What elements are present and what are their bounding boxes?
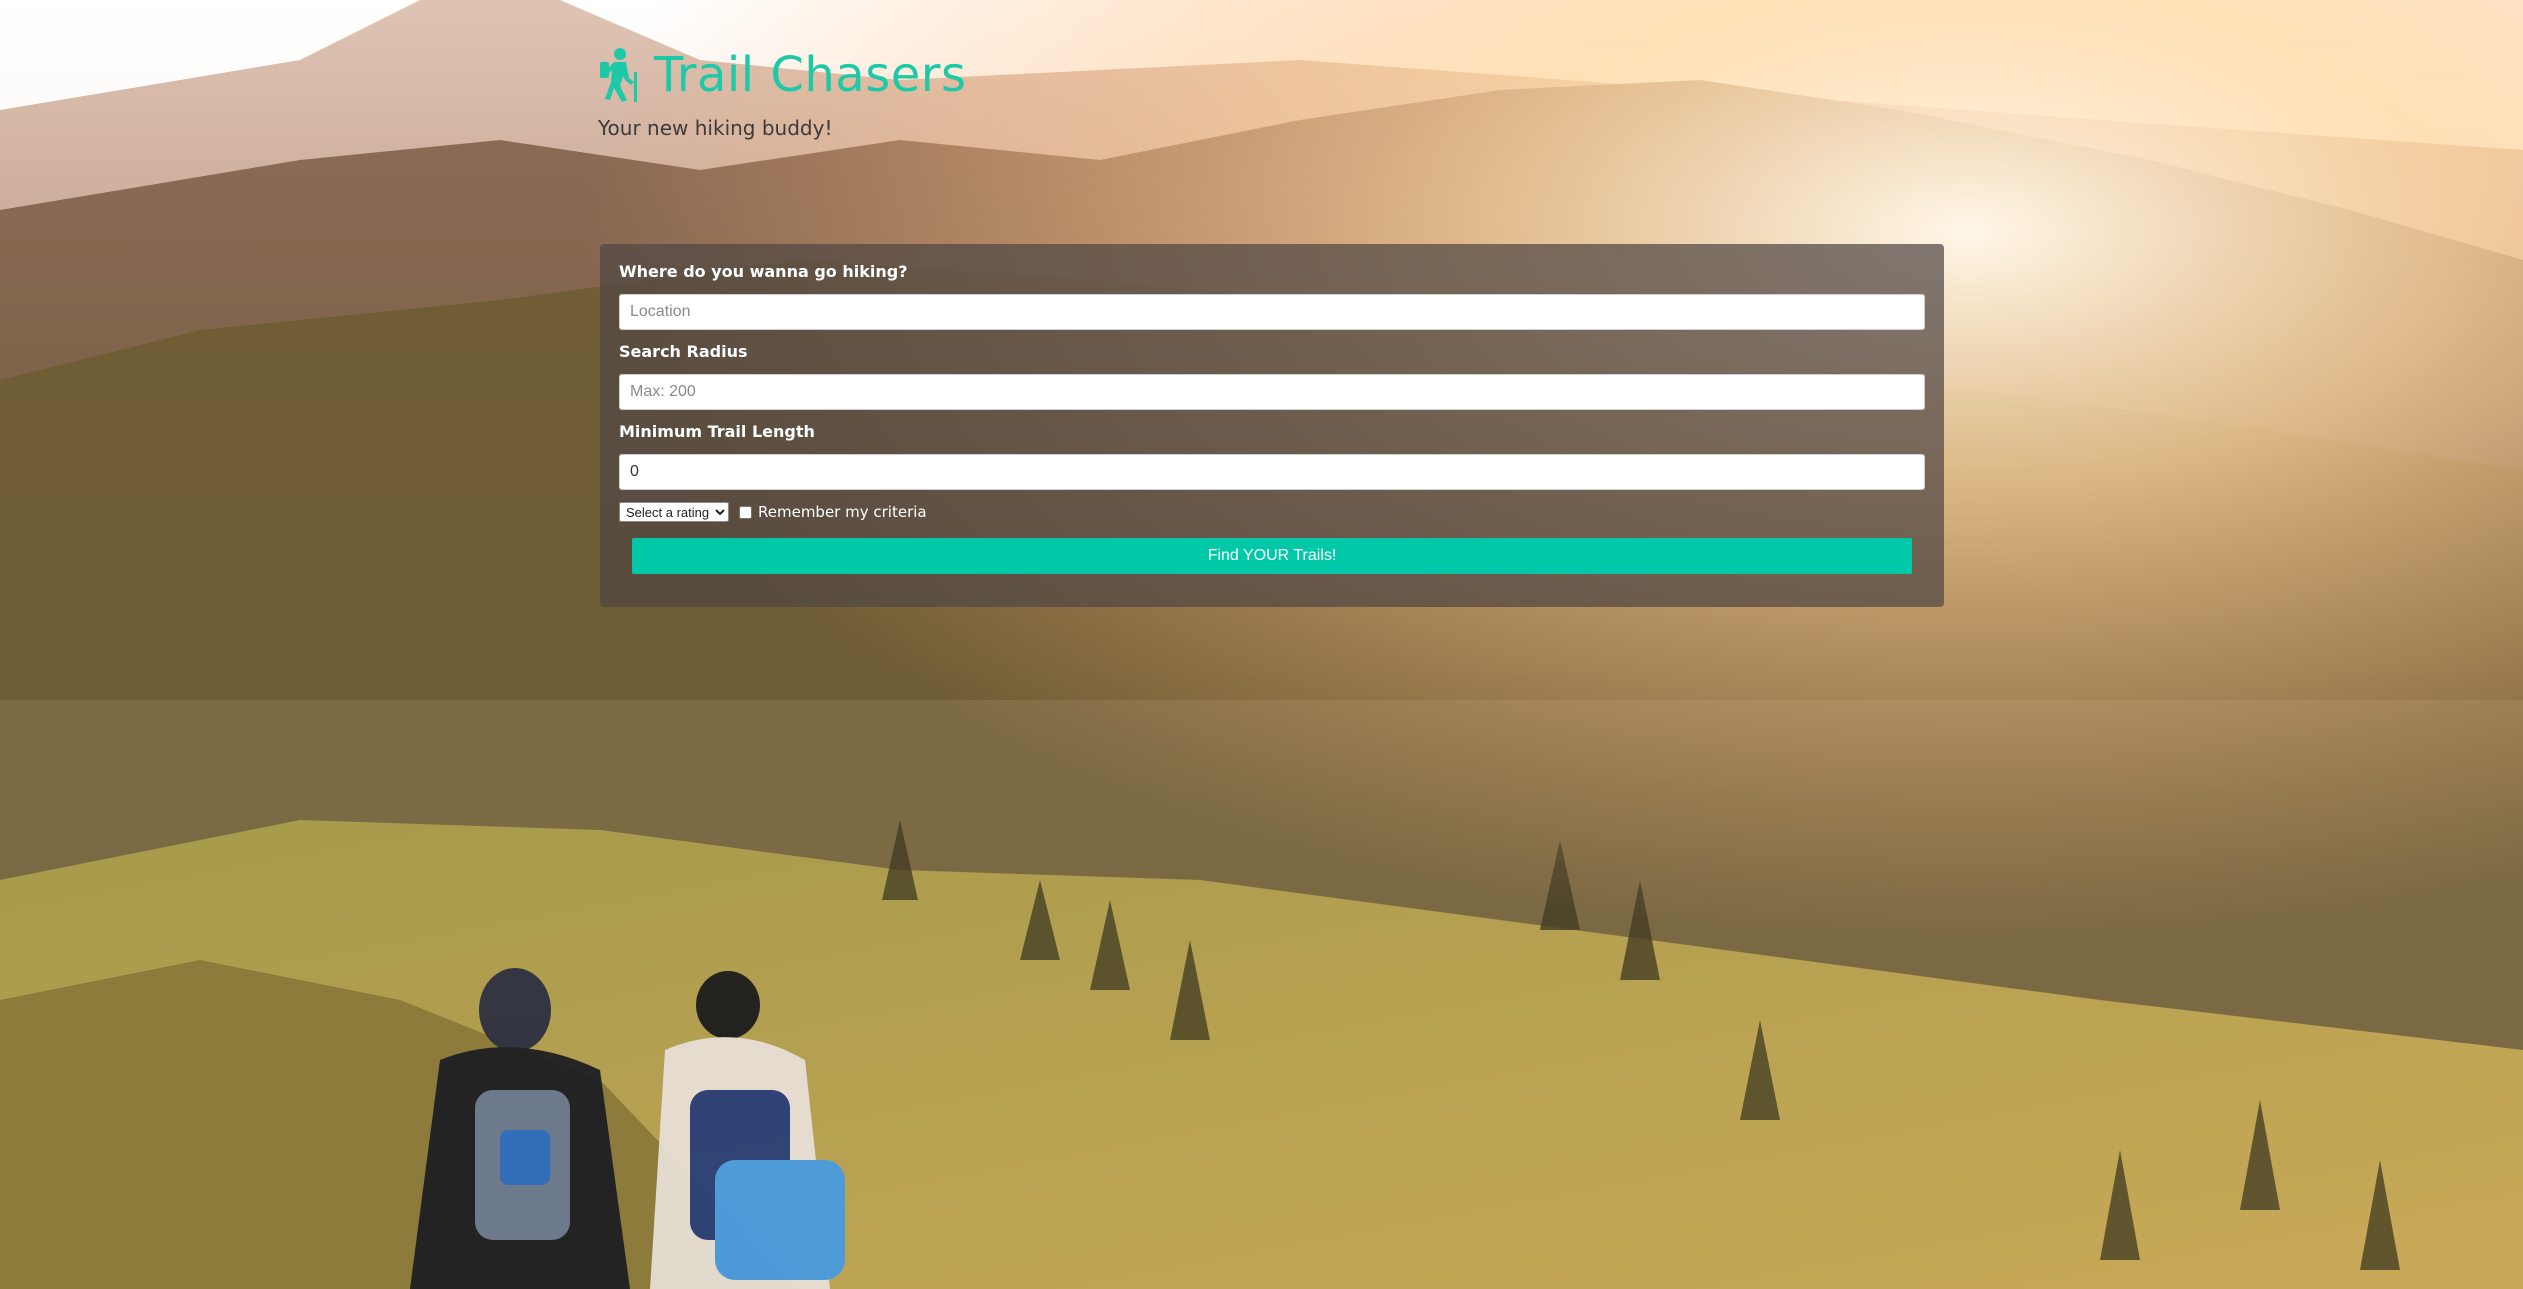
hiker-icon — [598, 48, 640, 102]
find-trails-button[interactable]: Find YOUR Trails! — [632, 538, 1912, 574]
min-trail-length-label: Minimum Trail Length — [619, 422, 815, 441]
app-subtitle: Your new hiking buddy! — [598, 116, 833, 140]
location-label: Where do you wanna go hiking? — [619, 262, 908, 281]
min-trail-length-input[interactable] — [619, 454, 1925, 490]
search-radius-label: Search Radius — [619, 342, 748, 361]
app-title: Trail Chasers — [654, 47, 967, 103]
page: Trail Chasers Your new hiking buddy! Whe… — [0, 0, 2523, 1289]
search-radius-input[interactable] — [619, 374, 1925, 410]
remember-criteria-checkbox[interactable] — [739, 505, 752, 519]
location-input[interactable] — [619, 294, 1925, 330]
remember-criteria-label: Remember my criteria — [758, 503, 927, 521]
rating-row: Select a rating Remember my criteria — [619, 502, 927, 522]
rating-select[interactable]: Select a rating — [619, 502, 729, 522]
brand-header: Trail Chasers Your new hiking buddy! — [598, 48, 966, 140]
background-landscape-image — [0, 0, 2523, 1289]
brand-title-row: Trail Chasers — [598, 48, 966, 102]
search-form-panel: Where do you wanna go hiking? Search Rad… — [600, 244, 1944, 607]
